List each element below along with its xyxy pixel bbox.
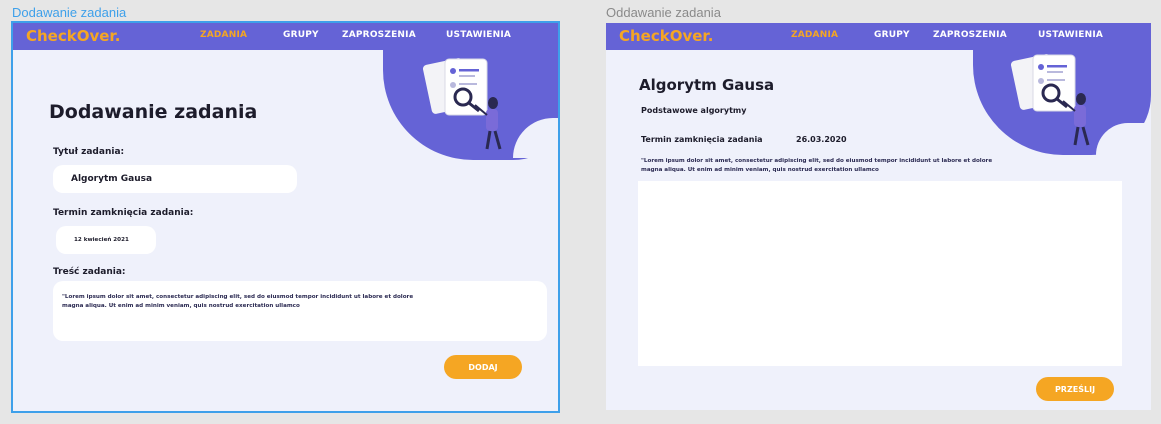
add-button[interactable]: DODAJ <box>444 355 522 379</box>
documents-illustration-icon <box>423 58 502 150</box>
nav-item-ustawienia[interactable]: USTAWIENIA <box>446 30 511 40</box>
submit-button[interactable]: PRZEŚLIJ <box>1036 377 1114 401</box>
content-text-line-1: "Lorem ipsum dolor sit amet, consectetur… <box>62 294 414 300</box>
content-text-line-2: magna aliqua. Ut enim ad minim veniam, q… <box>62 303 300 309</box>
task-title-value: Algorytm Gausa <box>71 174 153 184</box>
frame-label-left: Dodawanie zadania <box>12 5 127 20</box>
nav-item-zaproszenia[interactable]: ZAPROSZENIA <box>933 30 1007 40</box>
frame-submit-task: CheckOver. ZADANIA GRUPY ZAPROSZENIA UST… <box>606 23 1151 410</box>
content-textarea[interactable] <box>53 281 547 341</box>
nav-item-zaproszenia[interactable]: ZAPROSZENIA <box>342 30 416 40</box>
frame-add-task: CheckOver. ZADANIA GRUPY ZAPROSZENIA UST… <box>11 21 560 413</box>
deadline-label: Termin zamknięcia zadania: <box>53 208 194 218</box>
deadline-value: 26.03.2020 <box>796 135 847 144</box>
nav-item-grupy[interactable]: GRUPY <box>874 30 910 40</box>
content-label: Treść zadania: <box>53 267 126 277</box>
deadline-value: 12 kwiecień 2021 <box>74 237 129 243</box>
task-title-label: Tytuł zadania: <box>53 147 125 157</box>
app-logo[interactable]: CheckOver. <box>619 27 713 45</box>
answer-textarea[interactable] <box>638 181 1122 366</box>
frame-label-right: Oddawanie zadania <box>606 5 721 20</box>
nav-item-ustawienia[interactable]: USTAWIENIA <box>1038 30 1103 40</box>
deadline-label: Termin zamknięcia zadania <box>641 135 763 144</box>
task-title-input[interactable]: Algorytm Gausa <box>53 165 297 193</box>
app-logo[interactable]: CheckOver. <box>26 27 120 45</box>
task-title: Algorytm Gausa <box>639 76 775 94</box>
content-text-line-2: magna aliqua. Ut enim ad minim veniam, q… <box>641 167 879 173</box>
nav-item-zadania[interactable]: ZADANIA <box>200 30 247 40</box>
task-group: Podstawowe algorytmy <box>641 106 747 115</box>
deadline-date-picker[interactable]: 12 kwiecień 2021 <box>56 226 156 254</box>
content-text-line-1: "Lorem ipsum dolor sit amet, consectetur… <box>641 158 993 164</box>
nav-item-zadania[interactable]: ZADANIA <box>791 30 838 40</box>
nav-item-grupy[interactable]: GRUPY <box>283 30 319 40</box>
page-title: Dodawanie zadania <box>49 101 258 123</box>
documents-illustration-icon <box>1011 54 1090 146</box>
